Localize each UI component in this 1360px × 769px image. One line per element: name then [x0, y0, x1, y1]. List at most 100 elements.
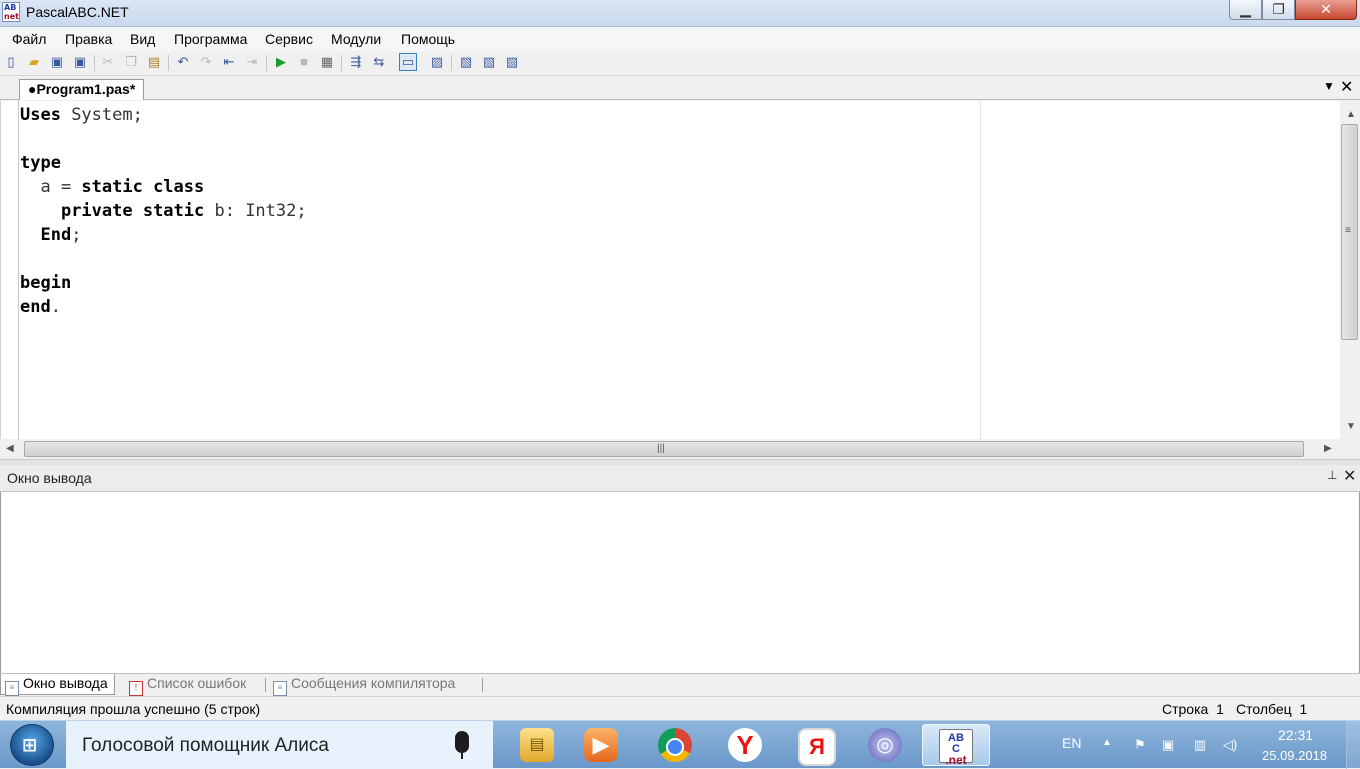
- new-file-icon[interactable]: ▯: [3, 54, 19, 70]
- yandex-browser-icon: Я: [798, 728, 836, 766]
- editor-vertical-scroll-thumb[interactable]: ≡: [1341, 124, 1358, 340]
- show-desktop-button[interactable]: [1346, 721, 1360, 769]
- cut-icon[interactable]: ✂: [100, 54, 116, 70]
- step-into-icon[interactable]: ▧: [458, 54, 474, 70]
- menu-modules[interactable]: Модули: [331, 31, 381, 47]
- status-bar: Компиляция прошла успешно (5 строк) Стро…: [0, 696, 1360, 720]
- compiler-messages-icon: ≡: [273, 681, 287, 696]
- bittorrent-icon: ◎: [868, 728, 902, 762]
- clock-date[interactable]: 25.09.2018: [1262, 748, 1327, 763]
- taskbar-media-player[interactable]: ▶: [568, 724, 632, 766]
- menu-view[interactable]: Вид: [130, 31, 155, 47]
- step-back-icon[interactable]: ⇤: [221, 54, 237, 70]
- step-forward-icon[interactable]: ⇥: [244, 54, 260, 70]
- code-editor[interactable]: Uses System; type a = static class privat…: [0, 101, 1340, 439]
- code-line[interactable]: private static b: Int32;: [20, 199, 307, 223]
- minimize-button[interactable]: ▁: [1229, 0, 1262, 20]
- menu-service[interactable]: Сервис: [265, 31, 313, 47]
- close-button[interactable]: ✕: [1295, 0, 1357, 20]
- menu-edit[interactable]: Правка: [65, 31, 112, 47]
- code-line[interactable]: End;: [20, 223, 307, 247]
- tab-program1[interactable]: ●Program1.pas*: [19, 79, 145, 100]
- network-icon[interactable]: ▥: [1192, 737, 1208, 753]
- toolbar-separator: [94, 55, 95, 71]
- code-token: .: [50, 297, 61, 317]
- paste-icon[interactable]: ▤: [146, 54, 162, 70]
- step-out-icon[interactable]: ▧: [504, 54, 520, 70]
- scroll-up-icon[interactable]: ▲: [1346, 109, 1356, 120]
- code-text[interactable]: Uses System; type a = static class privat…: [20, 103, 307, 319]
- stop-icon[interactable]: ■: [296, 54, 312, 70]
- toolbar-separator: [341, 55, 342, 71]
- redo-icon[interactable]: ↷: [198, 54, 214, 70]
- code-line[interactable]: begin: [20, 271, 307, 295]
- code-line[interactable]: type: [20, 151, 307, 175]
- menu-program[interactable]: Программа: [174, 31, 247, 47]
- flag-icon[interactable]: ⚑: [1132, 737, 1148, 753]
- tab-separator: [265, 678, 266, 692]
- language-indicator[interactable]: EN: [1062, 735, 1081, 751]
- save-all-icon[interactable]: ▣: [72, 54, 88, 70]
- tab-compiler-messages[interactable]: ≡ Сообщения компилятора: [269, 674, 461, 696]
- windows-logo-icon: ⊞: [22, 735, 38, 755]
- open-icon[interactable]: ▰: [26, 54, 42, 70]
- code-token: b: Int32;: [204, 201, 307, 221]
- taskbar-yandex[interactable]: Y: [712, 724, 776, 766]
- code-line[interactable]: a = static class: [20, 175, 307, 199]
- code-keyword: private static: [60, 201, 205, 221]
- scrollbar-corner: [1340, 439, 1360, 459]
- tab-close-icon[interactable]: ✕: [1340, 77, 1353, 97]
- tab-output-window[interactable]: ≡ Окно вывода: [0, 674, 115, 696]
- tab-label: Список ошибок: [147, 675, 247, 691]
- save-icon[interactable]: ▣: [49, 54, 65, 70]
- scroll-left-icon[interactable]: ◀: [6, 443, 14, 454]
- step-over-icon[interactable]: ▧: [481, 54, 497, 70]
- code-line[interactable]: end.: [20, 295, 307, 319]
- console-icon[interactable]: ▭: [399, 53, 417, 71]
- editor-tab-strip: ●Program1.pas* ▼ ✕: [0, 77, 1360, 100]
- security-icon[interactable]: ▣: [1160, 737, 1176, 753]
- clock-time[interactable]: 22:31: [1278, 727, 1313, 743]
- toolbar-separator: [168, 55, 169, 71]
- volume-icon[interactable]: ◁): [1222, 737, 1238, 753]
- pascal-icon-text: .net: [945, 753, 967, 767]
- code-line[interactable]: [20, 247, 307, 271]
- copy-icon[interactable]: ❐: [123, 54, 139, 70]
- menu-help[interactable]: Помощь: [401, 31, 455, 47]
- taskbar-yandex-browser[interactable]: Я: [782, 724, 846, 766]
- tab-separator: [482, 678, 483, 692]
- code-keyword: static class: [81, 177, 205, 197]
- taskbar-chrome[interactable]: [642, 724, 706, 766]
- code-line[interactable]: [20, 127, 307, 151]
- toolbar-separator: [451, 55, 452, 71]
- scroll-right-icon[interactable]: ▶: [1324, 443, 1332, 454]
- tab-list-dropdown-icon[interactable]: ▼: [1323, 79, 1335, 93]
- run-icon[interactable]: ▶: [273, 54, 289, 70]
- output-close-icon[interactable]: ✕: [1343, 466, 1356, 486]
- scroll-down-icon[interactable]: ▼: [1346, 421, 1356, 432]
- scroll-grip-icon: |||: [657, 443, 665, 454]
- code-line[interactable]: Uses System;: [20, 103, 307, 127]
- format-icon[interactable]: ⇶: [348, 54, 364, 70]
- editor-horizontal-scroll-thumb[interactable]: |||: [24, 441, 1304, 457]
- output-text-area[interactable]: [0, 492, 1360, 673]
- editor-gutter[interactable]: [1, 101, 19, 439]
- title-bar[interactable]: AB net PascalABC.NET ▁ ❐ ✕: [0, 0, 1360, 27]
- compile-icon[interactable]: ▦: [319, 54, 335, 70]
- tab-error-list[interactable]: ! Список ошибок: [125, 674, 252, 696]
- maximize-button[interactable]: ❐: [1262, 0, 1295, 20]
- code-token: ;: [71, 225, 82, 245]
- taskbar-pascalabc[interactable]: AB C .net: [922, 724, 990, 766]
- show-hidden-icons-icon[interactable]: ▲: [1102, 737, 1112, 748]
- taskbar: ⊞ Голосовой помощник Алиса ▤ ▶ Y Я ◎ AB C…: [0, 720, 1360, 769]
- taskbar-file-explorer[interactable]: ▤: [504, 724, 568, 766]
- indent-icon[interactable]: ⇆: [371, 54, 387, 70]
- taskbar-bittorrent[interactable]: ◎: [852, 724, 916, 766]
- debug-icon[interactable]: ▨: [429, 54, 445, 70]
- microphone-icon[interactable]: [455, 731, 469, 753]
- app-icon[interactable]: AB net: [2, 2, 20, 22]
- pin-icon[interactable]: ⊥: [1327, 468, 1337, 482]
- undo-icon[interactable]: ↶: [175, 54, 191, 70]
- menu-file[interactable]: Файл: [12, 31, 46, 47]
